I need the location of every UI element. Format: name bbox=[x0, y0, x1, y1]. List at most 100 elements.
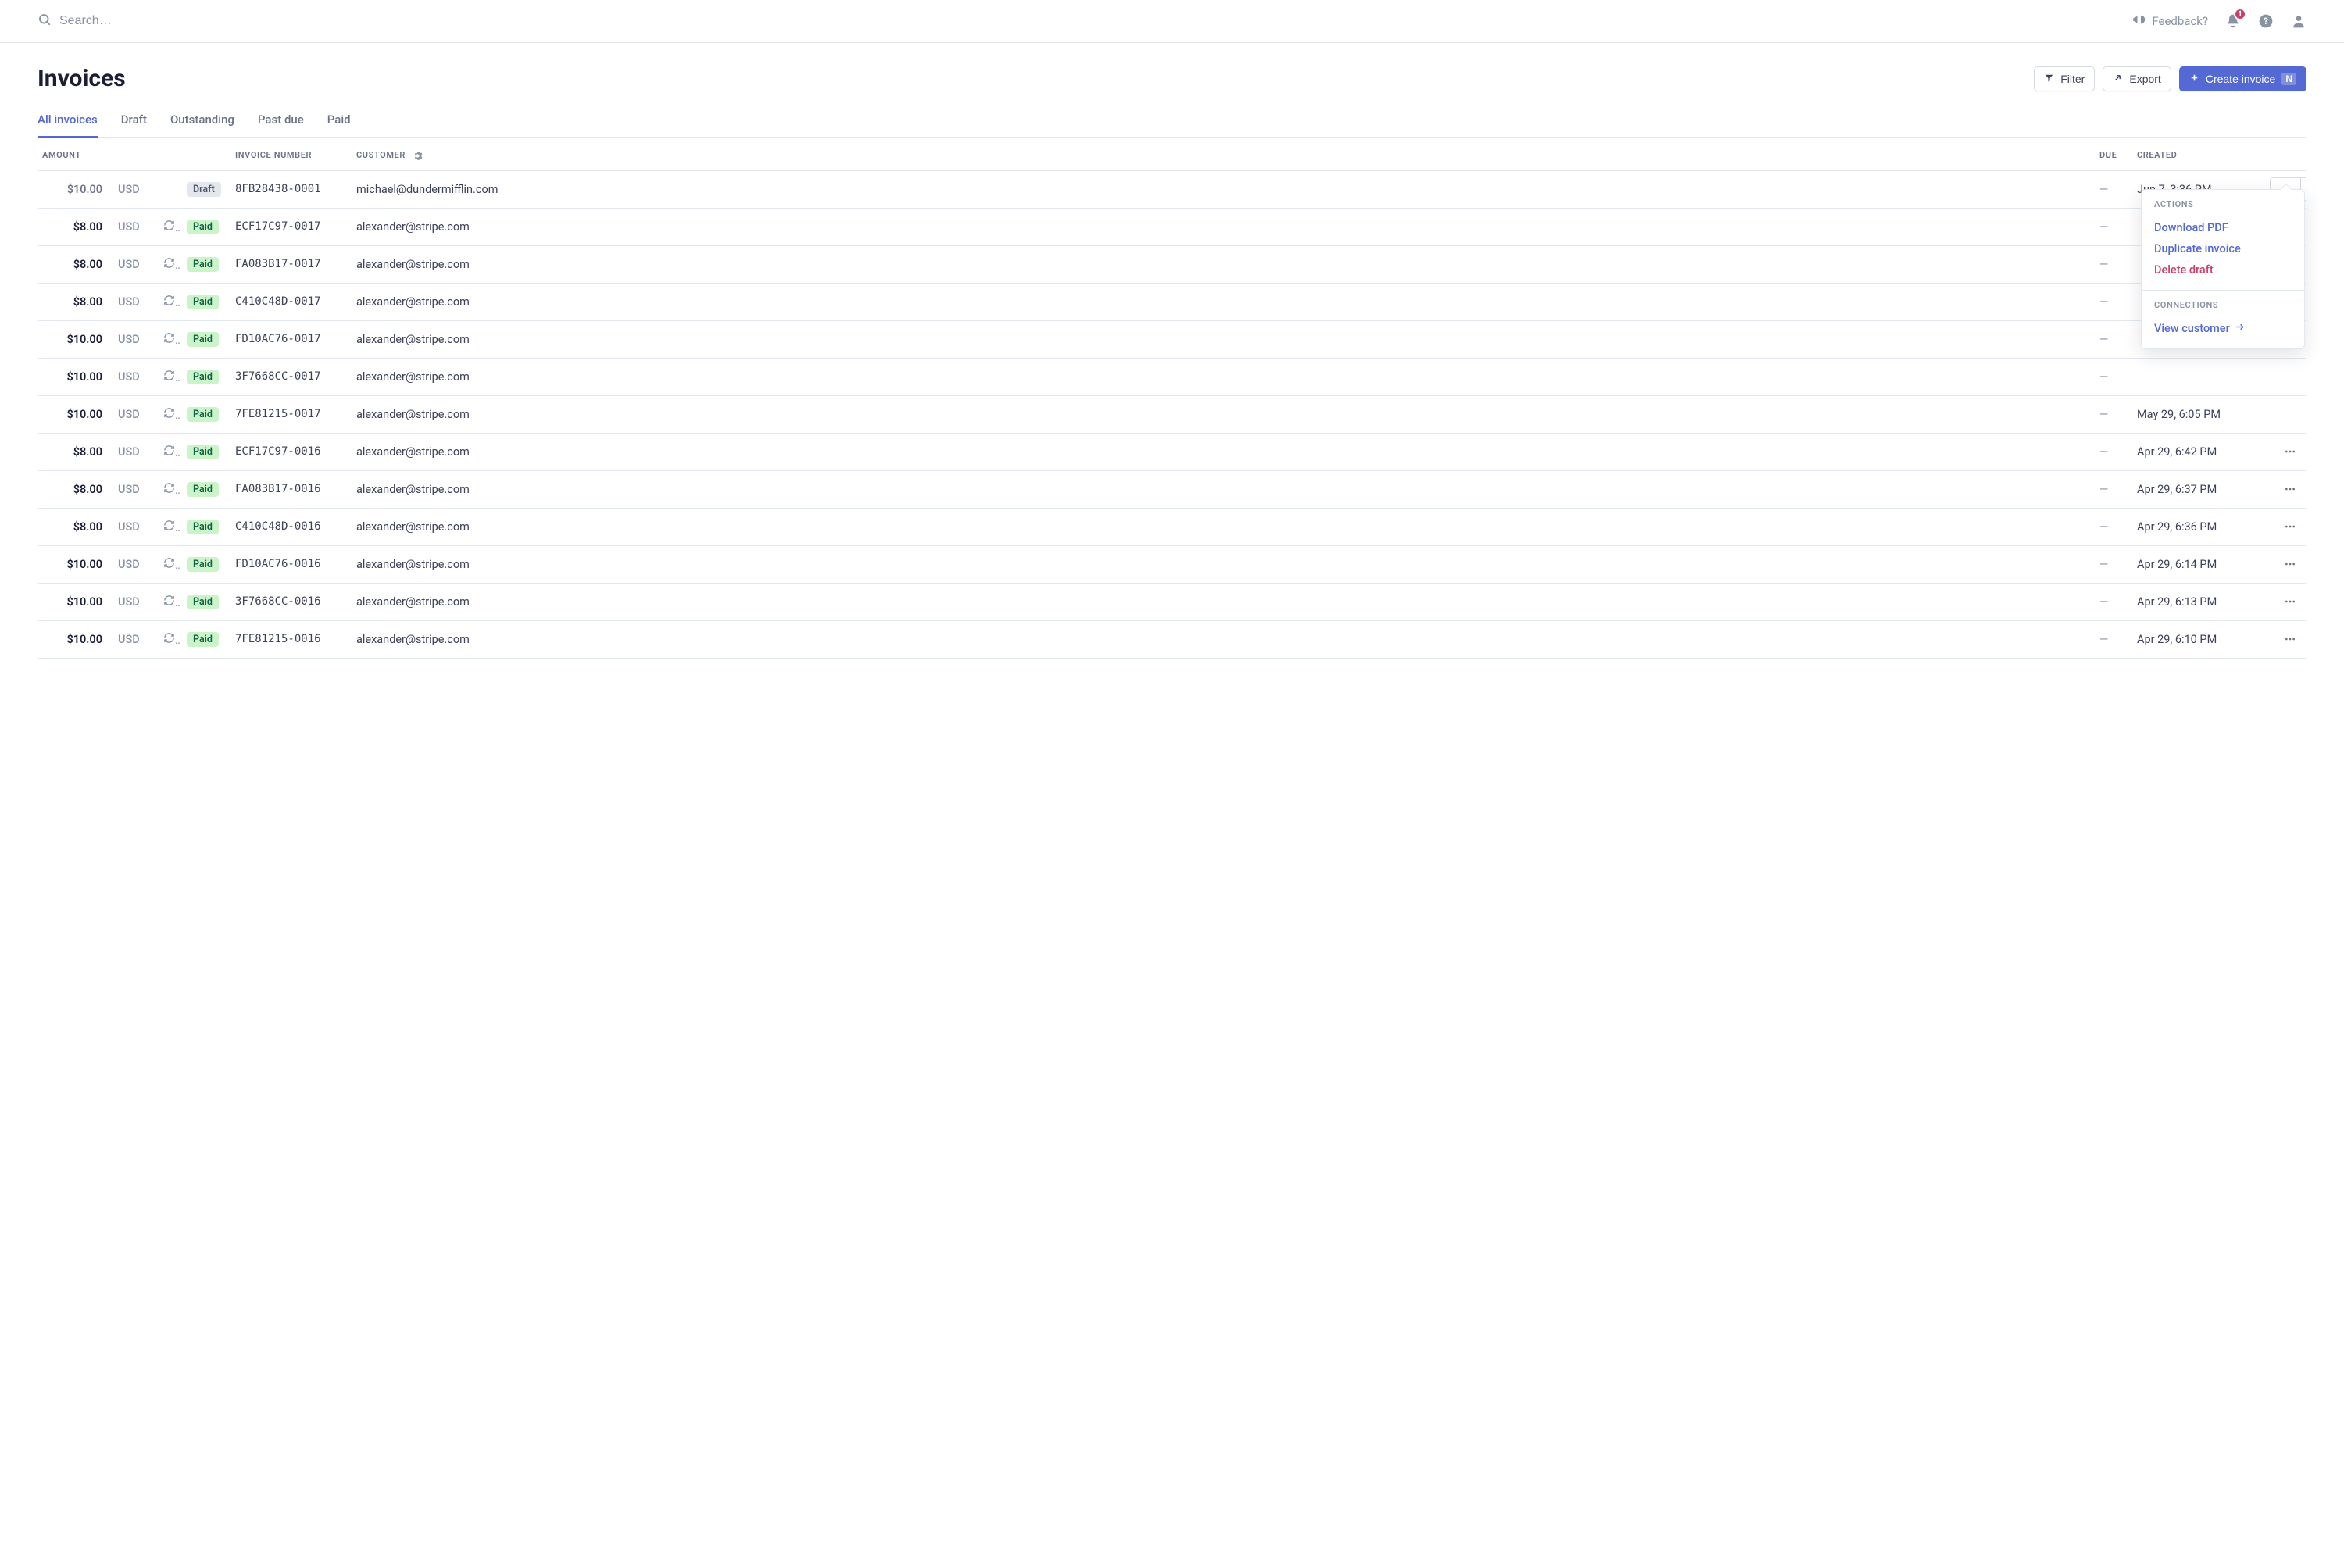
created-cell: Apr 29, 6:14 PM bbox=[2131, 545, 2264, 583]
invoice-number-cell: C410C48D-0017 bbox=[229, 283, 350, 320]
due-cell: — bbox=[2093, 470, 2131, 508]
arrow-right-icon bbox=[2235, 322, 2245, 335]
topbar-right: Feedback? 1 ? bbox=[2131, 13, 2306, 30]
more-row-button[interactable] bbox=[2277, 515, 2303, 538]
create-invoice-button[interactable]: Create invoice N bbox=[2179, 66, 2306, 91]
status-badge: Paid bbox=[187, 557, 219, 572]
status-badge: Paid bbox=[187, 445, 219, 459]
table-row[interactable]: $10.00USDPaid3F7668CC-0016alexander@stri… bbox=[38, 583, 2306, 620]
more-row-button[interactable] bbox=[2277, 477, 2303, 501]
export-icon bbox=[2113, 73, 2123, 85]
page-header: Invoices Filter Export Create invoice N bbox=[38, 65, 2306, 92]
tab-paid[interactable]: Paid bbox=[327, 106, 351, 138]
customer-cell: alexander@stripe.com bbox=[350, 620, 2093, 658]
created-cell: Apr 29, 6:37 PM bbox=[2131, 470, 2264, 508]
currency-cell: USD bbox=[112, 358, 157, 395]
megaphone-icon bbox=[2131, 13, 2146, 30]
due-cell: — bbox=[2093, 320, 2131, 358]
delete-draft-item[interactable]: Delete draft bbox=[2154, 259, 2292, 280]
amount-cell: $8.00 bbox=[38, 470, 112, 508]
search-input[interactable] bbox=[59, 14, 294, 28]
tab-outstanding[interactable]: Outstanding bbox=[170, 106, 234, 138]
recurring-cell bbox=[157, 395, 180, 433]
invoice-number-cell: 7FE81215-0017 bbox=[229, 395, 350, 433]
status-badge: Paid bbox=[187, 407, 219, 422]
amount-cell: $8.00 bbox=[38, 208, 112, 245]
table-row[interactable]: $8.00USDPaidECF17C97-0017alexander@strip… bbox=[38, 208, 2306, 245]
recurring-icon bbox=[163, 595, 175, 606]
due-cell: — bbox=[2093, 433, 2131, 470]
col-amount[interactable]: AMOUNT bbox=[38, 138, 112, 170]
table-row[interactable]: $10.00USDPaid7FE81215-0017alexander@stri… bbox=[38, 395, 2306, 433]
recurring-cell bbox=[157, 470, 180, 508]
more-row-button[interactable] bbox=[2277, 627, 2303, 651]
currency-cell: USD bbox=[112, 170, 157, 208]
recurring-icon bbox=[163, 220, 175, 231]
help-button[interactable]: ? bbox=[2258, 13, 2274, 29]
table-row[interactable]: $10.00USDPaid3F7668CC-0017alexander@stri… bbox=[38, 358, 2306, 395]
filter-button[interactable]: Filter bbox=[2034, 66, 2095, 91]
tab-draft[interactable]: Draft bbox=[121, 106, 147, 138]
view-customer-item[interactable]: View customer bbox=[2154, 318, 2292, 339]
table-row[interactable]: $8.00USDPaidFA083B17-0016alexander@strip… bbox=[38, 470, 2306, 508]
status-badge: Paid bbox=[187, 482, 219, 497]
status-cell: Paid bbox=[180, 245, 229, 283]
table-row[interactable]: $10.00USDPaidFD10AC76-0017alexander@stri… bbox=[38, 320, 2306, 358]
feedback-button[interactable]: Feedback? bbox=[2131, 13, 2208, 30]
table-row[interactable]: $8.00USDPaidFA083B17-0017alexander@strip… bbox=[38, 245, 2306, 283]
profile-button[interactable] bbox=[2291, 13, 2306, 29]
tab-past-due[interactable]: Past due bbox=[258, 106, 304, 138]
more-row-button[interactable] bbox=[2277, 590, 2303, 613]
notifications-button[interactable]: 1 bbox=[2225, 13, 2241, 29]
amount-cell: $10.00 bbox=[38, 170, 112, 208]
export-button[interactable]: Export bbox=[2103, 66, 2171, 91]
table-row[interactable]: $8.00USDPaidC410C48D-0016alexander@strip… bbox=[38, 508, 2306, 545]
tab-all-invoices[interactable]: All invoices bbox=[38, 106, 98, 138]
col-customer[interactable]: CUSTOMER bbox=[350, 138, 2093, 170]
table-row[interactable]: $8.00USDPaidECF17C97-0016alexander@strip… bbox=[38, 433, 2306, 470]
more-row-button[interactable] bbox=[2277, 440, 2303, 463]
notification-badge: 1 bbox=[2234, 8, 2246, 20]
table-row[interactable]: $10.00USDPaidFD10AC76-0016alexander@stri… bbox=[38, 545, 2306, 583]
recurring-icon bbox=[163, 370, 175, 381]
status-cell: Paid bbox=[180, 433, 229, 470]
gear-icon[interactable] bbox=[413, 151, 423, 161]
status-badge: Draft bbox=[187, 182, 221, 197]
due-cell: — bbox=[2093, 283, 2131, 320]
col-due[interactable]: DUE bbox=[2093, 138, 2131, 170]
amount-cell: $8.00 bbox=[38, 508, 112, 545]
status-cell: Paid bbox=[180, 508, 229, 545]
row-actions-cell bbox=[2264, 508, 2306, 545]
due-cell: — bbox=[2093, 508, 2131, 545]
recurring-cell bbox=[157, 508, 180, 545]
more-row-button[interactable] bbox=[2277, 552, 2303, 576]
customer-cell: alexander@stripe.com bbox=[350, 395, 2093, 433]
download-pdf-item[interactable]: Download PDF bbox=[2154, 217, 2292, 238]
status-badge: Paid bbox=[187, 295, 219, 309]
status-cell: Paid bbox=[180, 358, 229, 395]
create-shortcut: N bbox=[2281, 73, 2296, 85]
table-row[interactable]: $8.00USDPaidC410C48D-0017alexander@strip… bbox=[38, 283, 2306, 320]
created-cell: Apr 29, 6:42 PM bbox=[2131, 433, 2264, 470]
col-customer-label: CUSTOMER bbox=[356, 150, 406, 160]
created-cell: May 29, 6:05 PM bbox=[2131, 395, 2264, 433]
duplicate-invoice-item[interactable]: Duplicate invoice bbox=[2154, 238, 2292, 259]
recurring-icon bbox=[163, 482, 175, 494]
row-actions-cell bbox=[2264, 470, 2306, 508]
search-wrap[interactable] bbox=[38, 13, 2131, 30]
customer-cell: alexander@stripe.com bbox=[350, 508, 2093, 545]
due-cell: — bbox=[2093, 620, 2131, 658]
invoice-number-cell: FD10AC76-0016 bbox=[229, 545, 350, 583]
created-cell: Apr 29, 6:36 PM bbox=[2131, 508, 2264, 545]
customer-cell: michael@dundermifflin.com bbox=[350, 170, 2093, 208]
table-row[interactable]: $10.00USDPaid7FE81215-0016alexander@stri… bbox=[38, 620, 2306, 658]
recurring-cell bbox=[157, 358, 180, 395]
amount-cell: $10.00 bbox=[38, 358, 112, 395]
col-created[interactable]: CREATED bbox=[2131, 138, 2264, 170]
table-row[interactable]: $10.00USDDraft8FB28438-0001michael@dunde… bbox=[38, 170, 2306, 208]
col-invoice-number[interactable]: INVOICE NUMBER bbox=[229, 138, 350, 170]
status-badge: Paid bbox=[187, 257, 219, 272]
amount-cell: $10.00 bbox=[38, 320, 112, 358]
topbar: Feedback? 1 ? bbox=[0, 0, 2344, 43]
invoice-number-cell: FA083B17-0017 bbox=[229, 245, 350, 283]
